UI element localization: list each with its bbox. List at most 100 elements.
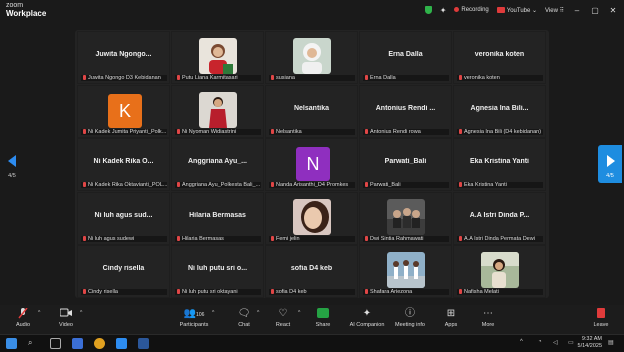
heart-icon: ♡ xyxy=(278,308,288,319)
ai-sparkle-icon[interactable]: ✦ xyxy=(440,6,447,15)
participant-tile[interactable]: Erna Dalla Erna Dalla xyxy=(359,31,452,84)
participant-display-name: Nelsantika xyxy=(293,104,330,112)
maximize-icon[interactable]: ▢ xyxy=(590,6,600,15)
participant-name-label: Juwita Ngongo D3 Kebidanan xyxy=(81,75,167,81)
participant-tile[interactable]: Agnesia Ina Bili... Agnesia Ina Bili (D4 … xyxy=(453,84,546,138)
system-clock[interactable]: 9:32 AM 5/14/2025 xyxy=(578,336,602,350)
participant-tile[interactable]: Ni Nyoman Widiastrini xyxy=(171,84,264,138)
participant-name-label: Hilaria Bermasas xyxy=(175,235,261,242)
participant-display-name: veronika koten xyxy=(474,51,525,58)
participant-display-name: Anggriana Ayu_... xyxy=(188,158,247,165)
participant-name-label: Nanda Arisanthi_D4 Promkes xyxy=(269,182,355,188)
participant-tile[interactable]: Parwati_Bali Parwati_Bali xyxy=(359,138,452,191)
next-page-button[interactable]: 4/5 xyxy=(598,145,622,183)
react-button[interactable]: ♡ React xyxy=(263,308,303,328)
video-options-caret[interactable]: ^ xyxy=(80,310,82,316)
participant-tile[interactable]: Femi jelin xyxy=(265,191,358,245)
word-icon[interactable] xyxy=(138,338,149,349)
title-bar: zoom Workplace ✦ Recording YouTube ⌄ Vie… xyxy=(0,0,624,22)
chat-options-caret[interactable]: ^ xyxy=(257,310,259,316)
mic-muted-icon xyxy=(177,128,180,134)
participant-name-label: Femi jelin xyxy=(269,235,355,242)
participant-tile[interactable]: Ni luh agus sud... Ni luh agus sudewi xyxy=(77,191,170,245)
leave-button[interactable]: Leave xyxy=(581,308,621,328)
participant-tile[interactable]: Hilaria Bermasas Hilaria Bermasas xyxy=(171,191,264,245)
participant-name-label: Shafara Ariezona xyxy=(363,289,449,295)
more-button[interactable]: ⋯ More xyxy=(468,308,508,328)
mic-muted-icon xyxy=(365,289,368,295)
more-dots-icon: ⋯ xyxy=(483,308,493,319)
participants-options-caret[interactable]: ^ xyxy=(212,310,214,316)
zoom-app-icon[interactable] xyxy=(116,338,127,349)
participants-button[interactable]: 👥106 Participants xyxy=(174,308,214,328)
participant-tile[interactable]: Putu Liana Karmitasari xyxy=(171,31,264,84)
mic-muted-icon xyxy=(459,128,462,134)
participant-tile[interactable]: Dwi Sintia Rahmawati xyxy=(359,191,452,245)
participant-label-text: Nafisha Melati xyxy=(464,289,499,295)
participant-tile[interactable]: Juwita Ngongo... Juwita Ngongo D3 Kebidan… xyxy=(77,31,170,84)
mic-muted-icon xyxy=(177,75,180,81)
participant-video-thumbnail xyxy=(293,38,331,74)
participant-tile[interactable]: Nafisha Melati xyxy=(453,245,546,298)
chrome-icon[interactable] xyxy=(94,338,105,349)
tray-chevron-icon[interactable]: ^ xyxy=(520,339,523,345)
ai-companion-button[interactable]: ✦ AI Companion xyxy=(346,308,388,328)
participant-label-text: Antonius Rendi rowa xyxy=(370,128,421,135)
meeting-toolbar: Audio ^ Video ^ 👥106 Participants ^ 🗨 Ch… xyxy=(0,305,624,334)
view-menu-button[interactable]: View ⠿ xyxy=(545,7,564,14)
participant-tile[interactable]: Ni luh putu sri o... Ni luh putu sri okta… xyxy=(171,245,264,298)
search-icon[interactable]: ⌕ xyxy=(28,338,39,349)
share-arrow-icon xyxy=(303,308,343,319)
participant-tile[interactable]: susiana xyxy=(265,31,358,84)
audio-options-caret[interactable]: ^ xyxy=(38,310,40,316)
participant-label-text: susiana xyxy=(276,75,295,81)
participant-label-text: Dwi Sintia Rahmawati xyxy=(370,235,424,242)
participant-tile[interactable]: veronika koten veronika koten xyxy=(453,31,546,84)
recording-indicator[interactable]: Recording xyxy=(454,6,489,13)
share-button[interactable]: Share xyxy=(303,308,343,328)
participant-display-name: Antonius Rendi ... xyxy=(375,104,436,112)
audio-button[interactable]: Audio xyxy=(3,307,43,328)
volume-icon[interactable]: ◁ xyxy=(553,339,558,346)
participant-tile[interactable]: sofia D4 keb sofia D4 keb xyxy=(265,245,358,298)
mic-muted-icon xyxy=(3,307,43,319)
participant-label-text: Ni luh putu sri oktayani xyxy=(182,289,238,295)
participant-tile[interactable]: Shafara Ariezona xyxy=(359,245,452,298)
network-icon[interactable]: ◔ xyxy=(538,339,542,345)
participant-name-label: Putu Liana Karmitasari xyxy=(175,75,261,81)
participants-count: 106 xyxy=(196,312,205,318)
participant-tile[interactable]: N Nanda Arisanthi_D4 Promkes xyxy=(265,138,358,191)
mic-muted-icon xyxy=(365,182,368,188)
notification-icon[interactable]: ▤ xyxy=(608,339,614,346)
participant-tile[interactable]: Antonius Rendi ... Antonius Rendi rowa xyxy=(359,84,452,138)
participant-label-text: Putu Liana Karmitasari xyxy=(182,75,238,81)
participant-tile[interactable]: Cindy risella Cindy risella xyxy=(77,245,170,298)
participant-tile[interactable]: Ni Kadek Rika O... Ni Kadek Rika Oktavian… xyxy=(77,138,170,191)
close-icon[interactable]: ✕ xyxy=(608,6,618,15)
participant-tile[interactable]: K Ni Kadek Jumita Priyanti_Polk... xyxy=(77,84,170,138)
task-view-icon[interactable] xyxy=(50,338,61,349)
security-shield-icon[interactable] xyxy=(424,6,432,14)
participant-name-label: Antonius Rendi rowa xyxy=(363,128,449,135)
widgets-icon[interactable] xyxy=(72,338,83,349)
participant-tile[interactable]: A.A Istri Dinda P... A.A Istri Dinda Perm… xyxy=(453,191,546,245)
participant-name-label: Ni Kadek Rika Oktavianti_POL... xyxy=(81,182,167,188)
participant-label-text: Ni Kadek Jumita Priyanti_Polk... xyxy=(88,128,167,135)
youtube-live-indicator[interactable]: YouTube ⌄ xyxy=(496,6,537,14)
meeting-info-button[interactable]: ⓘ Meeting info xyxy=(390,308,430,328)
participant-tile[interactable]: Anggriana Ayu_... Anggriana Ayu_Polkesta … xyxy=(171,138,264,191)
participant-gallery: Juwita Ngongo... Juwita Ngongo D3 Kebidan… xyxy=(75,30,549,298)
battery-icon[interactable]: ▭ xyxy=(568,339,574,346)
participant-avatar-initial: K xyxy=(108,93,142,128)
windows-taskbar: ⌕ ^ ◔ ◁ ▭ 9:32 AM 5/14/2025 ▤ xyxy=(0,334,624,352)
participant-label-text: Nanda Arisanthi_D4 Promkes xyxy=(276,182,349,188)
participant-tile[interactable]: Nelsantika Nelsantika xyxy=(265,84,358,138)
minimize-icon[interactable]: – xyxy=(572,6,582,15)
apps-button[interactable]: ⊞ Apps xyxy=(431,308,471,328)
participant-tile[interactable]: Eka Kristina Yanti Eka Kristina Yanti xyxy=(453,138,546,191)
mic-muted-icon xyxy=(271,289,274,295)
react-options-caret[interactable]: ^ xyxy=(298,310,300,316)
leave-door-icon xyxy=(581,308,621,319)
previous-page-button[interactable]: 4/5 xyxy=(0,145,24,183)
start-windows-icon[interactable] xyxy=(6,338,17,349)
